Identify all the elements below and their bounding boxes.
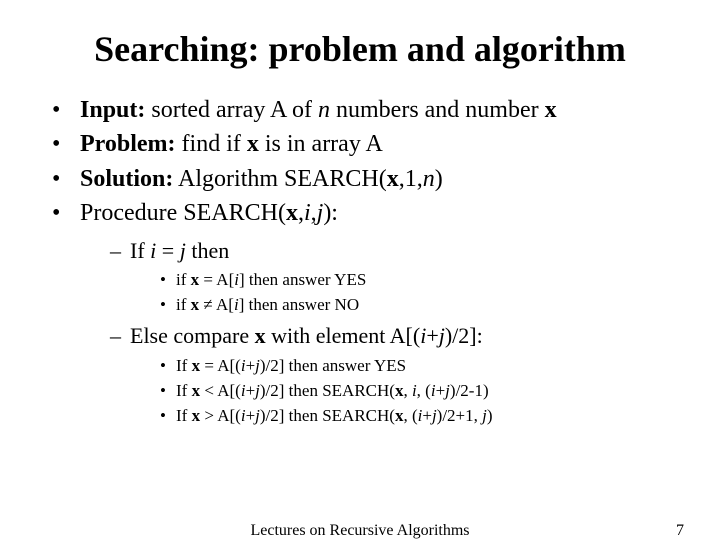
- text: +: [246, 356, 256, 375]
- text: sorted array A of: [145, 97, 318, 123]
- var-n: n: [423, 166, 435, 192]
- text: > A[(: [200, 406, 241, 425]
- text: +: [422, 406, 432, 425]
- text: numbers and number: [330, 97, 545, 123]
- text: If: [130, 238, 150, 263]
- var-x: x: [387, 166, 399, 192]
- case-yes: if x = A[i] then answer YES: [160, 269, 680, 292]
- text: then: [186, 238, 229, 263]
- text: If: [176, 356, 192, 375]
- subsub-list: if x = A[i] then answer YES if x ≠ A[i] …: [130, 269, 680, 317]
- label: Problem:: [80, 131, 176, 157]
- case-less-mid: If x < A[(i+j)/2] then SEARCH(x, i, (i+j…: [160, 380, 680, 403]
- text: +: [246, 406, 256, 425]
- sub-if-equal: If i = j then if x = A[i] then answer YE…: [110, 236, 680, 318]
- text: )/2] then SEARCH(: [260, 381, 395, 400]
- text: , (: [403, 406, 417, 425]
- text: = A[(: [200, 356, 241, 375]
- footer-title: Lectures on Recursive Algorithms: [250, 522, 469, 540]
- slide-title: Searching: problem and algorithm: [40, 28, 680, 70]
- text: =: [156, 238, 179, 263]
- text: , (: [417, 381, 431, 400]
- var-x: x: [191, 270, 200, 289]
- text: is in array A: [259, 131, 383, 157]
- text: if: [176, 295, 191, 314]
- subsub-list: If x = A[(i+j)/2] then answer YES If x <…: [130, 355, 680, 428]
- var-x: x: [255, 323, 266, 348]
- label: Input:: [80, 97, 145, 123]
- text: +: [246, 381, 256, 400]
- text: If: [176, 406, 192, 425]
- text: = A[: [199, 270, 234, 289]
- var-x: x: [192, 356, 201, 375]
- text: < A[(: [200, 381, 241, 400]
- var-x: x: [286, 200, 298, 226]
- bullet-procedure: Procedure SEARCH(x,i,j): If i = j then i…: [52, 197, 680, 427]
- sub-else-compare: Else compare x with element A[(i+j)/2]: …: [110, 321, 680, 428]
- main-list: Input: sorted array A of n numbers and n…: [40, 94, 680, 428]
- page-number: 7: [676, 522, 684, 540]
- text: )/2] then answer YES: [260, 356, 406, 375]
- text: ,: [403, 381, 412, 400]
- text: +: [436, 381, 446, 400]
- text: Procedure SEARCH(: [80, 200, 286, 226]
- text: )/2] then SEARCH(: [260, 406, 395, 425]
- var-x: x: [192, 381, 201, 400]
- var-i: i: [304, 200, 311, 226]
- sub-list: If i = j then if x = A[i] then answer YE…: [80, 236, 680, 428]
- var-x: x: [191, 295, 200, 314]
- label: Solution:: [80, 166, 173, 192]
- case-equal-mid: If x = A[(i+j)/2] then answer YES: [160, 355, 680, 378]
- var-x: x: [192, 406, 201, 425]
- text: with element A[(: [266, 323, 421, 348]
- text: If: [176, 381, 192, 400]
- text: )/2]:: [445, 323, 483, 348]
- text: ):: [323, 200, 338, 226]
- text: find if: [176, 131, 247, 157]
- text: 1: [405, 166, 417, 192]
- text: ): [435, 166, 443, 192]
- text: +: [426, 323, 438, 348]
- text: if: [176, 270, 191, 289]
- text: )/2+1,: [437, 406, 482, 425]
- text: )/2-1): [450, 381, 489, 400]
- text: Else compare: [130, 323, 255, 348]
- bullet-problem: Problem: find if x is in array A: [52, 128, 680, 160]
- text: Algorithm SEARCH(: [173, 166, 386, 192]
- bullet-solution: Solution: Algorithm SEARCH(x,1,n): [52, 163, 680, 195]
- text: ] then answer NO: [239, 295, 359, 314]
- text: ] then answer YES: [239, 270, 366, 289]
- case-no: if x ≠ A[i] then answer NO: [160, 294, 680, 317]
- text: ≠ A[: [199, 295, 234, 314]
- var-n: n: [318, 97, 330, 123]
- text: ): [487, 406, 493, 425]
- var-x: x: [247, 131, 259, 157]
- var-x: x: [545, 97, 557, 123]
- bullet-input: Input: sorted array A of n numbers and n…: [52, 94, 680, 126]
- case-greater-mid: If x > A[(i+j)/2] then SEARCH(x, (i+j)/2…: [160, 405, 680, 428]
